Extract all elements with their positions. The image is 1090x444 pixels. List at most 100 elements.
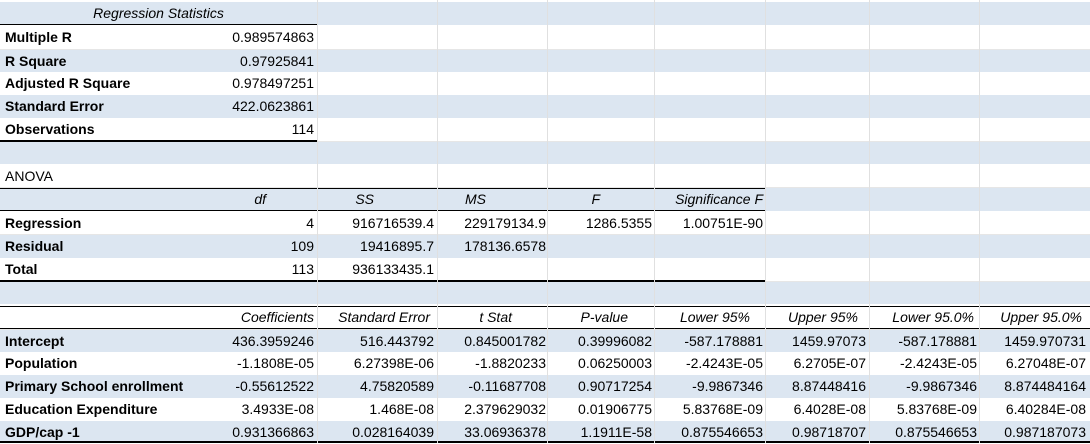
coef-value: 0.845001782 (464, 333, 546, 349)
anova-ss: 916716539.4 (352, 215, 434, 231)
anova-col-f: F (591, 191, 600, 207)
regression-statistics-header-row: Regression Statistics (0, 2, 1090, 25)
coef-row-label: Intercept (5, 333, 65, 349)
coef-value: -9.9867346 (692, 378, 763, 394)
coef-value: -587.178881 (898, 333, 977, 349)
coef-value: 516.443792 (360, 333, 434, 349)
anova-row-label: Total (5, 261, 38, 277)
anova-col-df: df (254, 191, 266, 207)
coef-value: 1459.970731 (1004, 333, 1086, 349)
anova-title-row: ANOVA (0, 165, 1090, 188)
anova-df: 109 (290, 238, 314, 254)
stat-value: 0.989574863 (232, 29, 314, 45)
coef-value: 5.83768E-09 (896, 401, 977, 417)
gridline (654, 0, 655, 443)
coef-value: 0.39996082 (578, 333, 652, 349)
coef-row-label: Education Expenditure (5, 401, 158, 417)
coef-col-lower95: Lower 95% (679, 309, 750, 325)
coef-col-standard-error: Standard Error (338, 309, 430, 325)
anova-col-ms: MS (465, 191, 486, 207)
stat-label: Standard Error (5, 98, 104, 114)
anova-df: 113 (291, 261, 314, 277)
gridline (869, 0, 870, 443)
stat-label: R Square (5, 53, 67, 69)
stat-value: 0.978497251 (232, 75, 314, 91)
coef-value: 0.06250003 (578, 355, 652, 371)
coef-col-coefficients: Coefficients (240, 309, 314, 325)
coef-row: Education Expenditure 3.4933E-08 1.468E-… (0, 398, 1090, 422)
coef-value: 436.3959246 (232, 333, 314, 349)
anova-ss: 936133435.1 (352, 261, 434, 277)
coef-value: 6.2705E-07 (793, 355, 866, 371)
stat-row: Observations 114 (0, 118, 1090, 142)
anova-ms: 178136.6578 (464, 238, 546, 254)
coef-row-label: Primary School enrollment (5, 378, 184, 394)
stat-value: 0.97925841 (240, 53, 314, 69)
coef-value: -1.1808E-05 (236, 355, 314, 371)
anova-df: 4 (306, 215, 314, 231)
coef-value: -1.8820233 (475, 355, 546, 371)
stat-row: R Square 0.97925841 (0, 50, 1090, 72)
coef-col-upper95: Upper 95% (787, 309, 858, 325)
coef-value: -2.4243E-05 (899, 355, 977, 371)
anova-row-label: Residual (5, 238, 64, 254)
coef-header-rule (0, 328, 1090, 329)
anova-header-rule (0, 210, 766, 211)
coef-value: 8.874484164 (1004, 378, 1086, 394)
stat-value: 422.0623861 (232, 98, 314, 114)
stat-value: 114 (291, 121, 314, 137)
stat-label: Adjusted R Square (5, 75, 131, 91)
stat-row: Multiple R 0.989574863 (0, 26, 1090, 50)
coef-value: -587.178881 (684, 333, 763, 349)
anova-significance: 1.00751E-90 (682, 215, 763, 231)
coef-value: 6.4028E-08 (793, 401, 866, 417)
coef-header-row: Coefficients Standard Error t Stat P-val… (0, 306, 1090, 330)
anova-row: Regression 4 916716539.4 229179134.9 128… (0, 212, 1090, 235)
anova-ms: 229179134.9 (464, 215, 546, 231)
anova-ss: 19416895.7 (360, 238, 434, 254)
coef-value: 6.27048E-07 (1005, 355, 1086, 371)
regression-output-sheet: Regression Statistics Multiple R 0.98957… (0, 0, 1090, 443)
empty-row (0, 142, 1090, 164)
coef-value: 4.75820589 (360, 378, 434, 394)
gridline (437, 0, 438, 443)
anova-top-rule (0, 188, 766, 189)
coef-value: 3.4933E-08 (241, 401, 314, 417)
gridline (317, 0, 318, 443)
anova-f: 1286.5355 (585, 215, 652, 231)
coef-value: 0.01906775 (578, 401, 652, 417)
coef-col-lower95-0: Lower 95.0% (892, 309, 974, 325)
anova-row: Total 113 936133435.1 (0, 258, 1090, 282)
coef-value: -0.11687708 (468, 378, 546, 394)
coef-value: 1459.97073 (792, 333, 866, 349)
coef-value: 0.90717254 (578, 378, 652, 394)
coef-value: 6.27398E-06 (353, 355, 434, 371)
anova-row: Residual 109 19416895.7 178136.6578 (0, 235, 1090, 258)
coef-col-p-value: P-value (580, 309, 628, 325)
anova-col-ss: SS (355, 191, 374, 207)
coef-row: Intercept 436.3959246 516.443792 0.84500… (0, 330, 1090, 352)
empty-row (0, 282, 1090, 304)
coef-value: 2.379629032 (464, 401, 546, 417)
coef-value: 1.468E-08 (369, 401, 434, 417)
coef-value: -9.9867346 (906, 378, 977, 394)
header-rule (0, 24, 317, 25)
anova-title: ANOVA (5, 168, 53, 184)
coef-col-upper95-0: Upper 95.0% (1000, 309, 1082, 325)
stat-label: Observations (5, 121, 95, 137)
stat-row: Standard Error 422.0623861 (0, 95, 1090, 118)
coef-row: Population -1.1808E-05 6.27398E-06 -1.88… (0, 352, 1090, 376)
coef-value: 6.40284E-08 (1005, 401, 1086, 417)
stat-label: Multiple R (5, 29, 72, 45)
coef-row: Primary School enrollment -0.55612522 4.… (0, 375, 1090, 398)
stat-row: Adjusted R Square 0.978497251 (0, 72, 1090, 96)
coef-value: -0.55612522 (235, 378, 314, 394)
gridline (547, 0, 548, 443)
anova-col-significance: Significance F (675, 191, 763, 207)
coef-value: -2.4243E-05 (685, 355, 763, 371)
anova-row-label: Regression (5, 215, 82, 231)
gridline (979, 0, 980, 443)
coef-value: 8.87448416 (792, 378, 866, 394)
coef-row-label: Population (5, 355, 78, 371)
coef-row: GDP/cap -1 0.931366863 0.028164039 33.06… (0, 421, 1090, 443)
